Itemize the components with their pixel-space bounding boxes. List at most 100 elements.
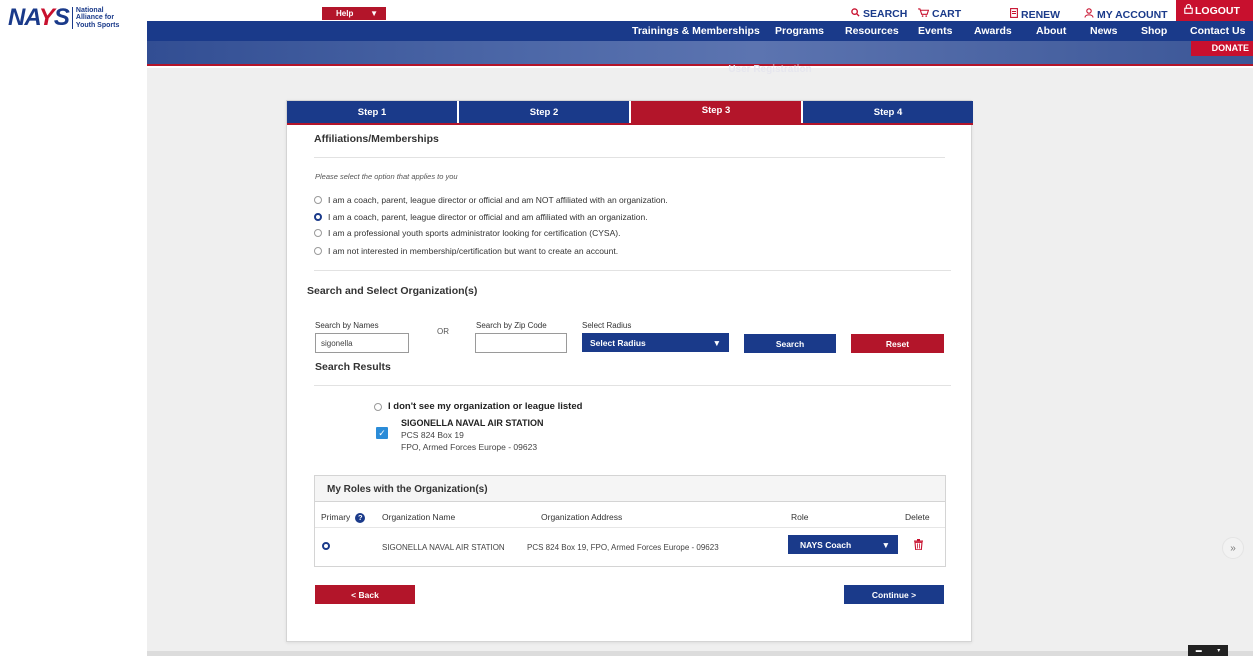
org-name: SIGONELLA NAVAL AIR STATION xyxy=(401,418,544,428)
logo-mark-s: S xyxy=(53,4,70,31)
help-label: Help xyxy=(336,9,354,18)
caret-down-icon: ▼ xyxy=(881,539,890,550)
caret-down-icon: ▼ xyxy=(712,337,721,348)
radius-label: Select Radius xyxy=(582,321,632,330)
util-renew-label: RENEW xyxy=(1021,8,1061,21)
col-org-name: Organization Name xyxy=(382,512,456,522)
nav-contact-us[interactable]: Contact Us xyxy=(1190,25,1245,37)
cart-icon xyxy=(918,8,930,20)
util-cart-label: CART xyxy=(932,8,962,20)
divider xyxy=(314,385,951,386)
org-checkbox[interactable]: ✓ xyxy=(376,427,388,439)
col-role: Role xyxy=(791,512,809,522)
radius-select[interactable]: Select Radius ▼ xyxy=(582,333,729,352)
search-icon xyxy=(851,8,860,20)
affiliation-option-label: I am not interested in membership/certif… xyxy=(328,246,619,256)
search-zip-input[interactable] xyxy=(475,333,567,353)
row-org-address: PCS 824 Box 19, FPO, Armed Forces Europe… xyxy=(527,543,719,552)
widget-icon: ▬ xyxy=(1195,647,1202,654)
result-none-label: I don't see my organization or league li… xyxy=(388,401,583,412)
util-search-link[interactable]: SEARCH xyxy=(851,8,907,20)
tab-step-1[interactable]: Step 1 xyxy=(287,101,459,123)
result-none-option[interactable]: I don't see my organization or league li… xyxy=(374,401,582,412)
radio-button[interactable] xyxy=(314,247,322,255)
nav-shop[interactable]: Shop xyxy=(1141,25,1167,37)
step-tabs: Step 1 Step 2 Step 3 Step 4 xyxy=(287,101,973,125)
nav-news[interactable]: News xyxy=(1090,25,1117,37)
scroll-down-icon[interactable]: » xyxy=(1222,537,1244,559)
corner-widget[interactable]: ▬ ▾ xyxy=(1188,645,1228,656)
logo-mark-y: Y xyxy=(38,4,55,31)
affiliation-option-label: I am a professional youth sports adminis… xyxy=(328,228,621,238)
header-banner xyxy=(147,41,1253,66)
main-nav: Trainings & Memberships Programs Resourc… xyxy=(147,21,1253,41)
tab-step-2[interactable]: Step 2 xyxy=(459,101,631,123)
util-account-label: MY ACCOUNT xyxy=(1097,8,1168,21)
page-title: User Registration xyxy=(728,64,812,75)
affiliations-title: Affiliations/Memberships xyxy=(314,133,439,145)
lock-icon xyxy=(1184,4,1193,17)
affiliation-option-no-membership[interactable]: I am not interested in membership/certif… xyxy=(314,246,618,256)
page-root: NAYS National Alliance for Youth Sports … xyxy=(0,0,1253,656)
divider xyxy=(314,270,951,271)
util-search-label: SEARCH xyxy=(863,8,908,20)
help-icon[interactable]: ? xyxy=(355,512,366,523)
search-name-input[interactable] xyxy=(315,333,409,353)
roles-panel: My Roles with the Organization(s) Primar… xyxy=(314,475,946,567)
affiliation-option-affiliated[interactable]: I am a coach, parent, league director or… xyxy=(314,212,648,222)
affiliation-option-label: I am a coach, parent, league director or… xyxy=(328,212,648,222)
logo-mark-na: NA xyxy=(8,4,40,31)
nays-logo[interactable]: NAYS National Alliance for Youth Sports xyxy=(8,6,126,30)
util-cart-link[interactable]: CART xyxy=(918,8,961,20)
registration-card: Step 1 Step 2 Step 3 Step 4 Affiliations… xyxy=(286,100,973,642)
back-button[interactable]: < Back xyxy=(315,585,415,604)
col-delete: Delete xyxy=(905,512,930,522)
role-select[interactable]: NAYS Coach ▼ xyxy=(788,535,898,554)
search-section-title: Search and Select Organization(s) xyxy=(307,285,478,297)
divider xyxy=(314,157,945,158)
search-results-title: Search Results xyxy=(315,361,391,373)
util-account-link[interactable]: MY ACCOUNT xyxy=(1084,8,1168,21)
logout-label: LOGOUT xyxy=(1195,4,1240,17)
user-icon xyxy=(1084,8,1094,21)
radio-button[interactable] xyxy=(314,196,322,204)
caret-down-icon: ▼ xyxy=(370,9,378,18)
util-renew-link[interactable]: RENEW xyxy=(1010,8,1060,21)
donate-button[interactable]: DONATE xyxy=(1191,41,1253,56)
help-dropdown[interactable]: Help ▼ xyxy=(322,7,386,20)
trash-icon[interactable] xyxy=(914,539,923,550)
nav-events[interactable]: Events xyxy=(918,25,952,37)
row-org-name: SIGONELLA NAVAL AIR STATION xyxy=(382,543,505,552)
caret-down-icon: ▾ xyxy=(1217,648,1221,654)
affiliations-hint: Please select the option that applies to… xyxy=(315,172,458,181)
primary-radio[interactable] xyxy=(322,542,330,550)
tab-step-3[interactable]: Step 3 xyxy=(631,101,803,123)
col-primary: Primary? xyxy=(321,512,366,523)
org-address-line2: FPO, Armed Forces Europe - 09623 xyxy=(401,442,538,452)
search-name-label: Search by Names xyxy=(315,321,379,330)
search-button[interactable]: Search xyxy=(744,334,836,353)
nav-awards[interactable]: Awards xyxy=(974,25,1012,37)
nav-resources[interactable]: Resources xyxy=(845,25,899,37)
affiliation-option-label: I am a coach, parent, league director or… xyxy=(328,195,668,205)
divider xyxy=(315,527,945,528)
continue-button[interactable]: Continue > xyxy=(844,585,944,604)
affiliation-option-cysa[interactable]: I am a professional youth sports adminis… xyxy=(314,228,620,238)
search-zip-label: Search by Zip Code xyxy=(476,321,547,330)
nav-trainings-memberships[interactable]: Trainings & Memberships xyxy=(632,25,760,37)
reset-button[interactable]: Reset xyxy=(851,334,944,353)
affiliation-option-not-affiliated[interactable]: I am a coach, parent, league director or… xyxy=(314,195,668,205)
nav-programs[interactable]: Programs xyxy=(775,25,824,37)
radio-button[interactable] xyxy=(314,229,322,237)
radio-button-selected[interactable] xyxy=(314,213,322,221)
document-icon xyxy=(1010,8,1018,21)
or-label: OR xyxy=(437,327,449,336)
col-org-address: Organization Address xyxy=(541,512,623,522)
role-select-value: NAYS Coach xyxy=(800,539,852,550)
tab-step-4[interactable]: Step 4 xyxy=(803,101,973,123)
org-address-line1: PCS 824 Box 19 xyxy=(401,430,464,440)
logout-button[interactable]: LOGOUT xyxy=(1176,0,1253,21)
logo-mark: NAYS xyxy=(8,4,70,31)
radio-button[interactable] xyxy=(374,402,382,411)
nav-about[interactable]: About xyxy=(1036,25,1066,37)
